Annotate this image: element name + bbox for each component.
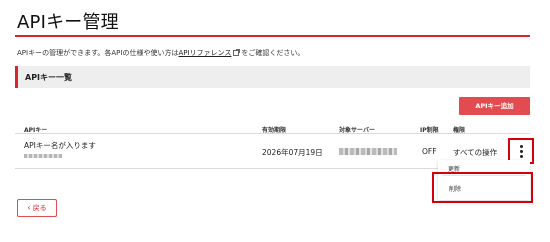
api-key-masked-value bbox=[24, 154, 62, 158]
target-server-masked bbox=[339, 148, 397, 155]
section-title: APIキー一覧 bbox=[25, 73, 73, 82]
intro-text: APIキーの管理ができます。各APIの仕様や使い方はAPIリファレンス をご確認く… bbox=[17, 48, 304, 58]
intro-text-before: APIキーの管理ができます。各APIの仕様や使い方は bbox=[17, 49, 179, 57]
api-key-expiry: 2026年07月19日 bbox=[262, 148, 323, 157]
back-button[interactable]: ‹ 戻る bbox=[17, 199, 57, 217]
api-key-permission: すべての操作 bbox=[453, 148, 498, 157]
api-reference-link[interactable]: APIリファレンス bbox=[178, 49, 231, 57]
intro-text-after: をご確認ください。 bbox=[241, 49, 305, 57]
chevron-left-icon: ‹ bbox=[27, 203, 31, 212]
ip-restriction-status: OFF bbox=[422, 147, 437, 156]
external-link-icon bbox=[233, 49, 241, 56]
back-button-label: 戻る bbox=[32, 204, 47, 212]
section-header: APIキー一覧 bbox=[15, 66, 530, 88]
page-title: APIキー管理 bbox=[17, 12, 119, 33]
more-vertical-icon[interactable] bbox=[512, 142, 530, 160]
add-api-key-button[interactable]: APIキー追加 bbox=[459, 97, 530, 115]
title-divider bbox=[15, 35, 530, 37]
delete-highlight: 削除 bbox=[432, 172, 533, 203]
row-action-menu: 更新 削除 bbox=[432, 160, 533, 203]
api-key-name: APIキー名が入ります bbox=[24, 141, 96, 150]
menu-item-delete[interactable]: 削除 bbox=[449, 184, 461, 193]
table-header-divider bbox=[15, 133, 530, 134]
